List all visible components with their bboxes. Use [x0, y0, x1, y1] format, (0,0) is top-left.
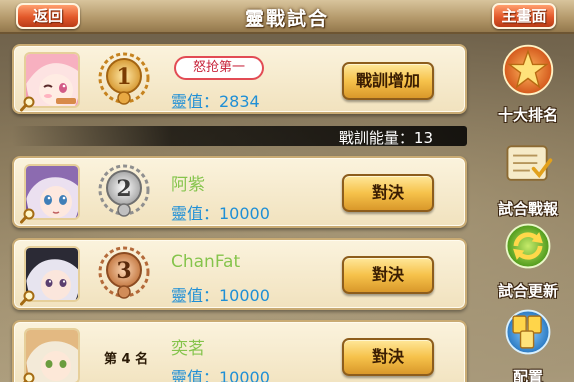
score-value: 靈值：10000	[171, 204, 270, 223]
status-badge: 怒抢第一	[176, 58, 262, 78]
formation-button[interactable]: 配置	[488, 304, 568, 382]
match-refresh-button[interactable]: 試合更新	[488, 218, 568, 301]
player-name: 奕茗	[171, 339, 205, 359]
gold-medal-icon: 1	[98, 52, 150, 105]
training-energy-text: 戰訓能量：13	[338, 129, 433, 147]
side-label: 配置	[512, 368, 543, 382]
score-value: 靈值：10000	[171, 368, 270, 382]
player-name: ChanFat	[171, 252, 241, 272]
cards-icon	[505, 309, 551, 355]
side-label: 試合更新	[497, 282, 558, 300]
rank-number: 3	[116, 258, 131, 284]
increase-training-button[interactable]: 戰訓增加	[342, 62, 434, 100]
page-title: 靈戰試合	[244, 8, 329, 30]
search-icon[interactable]	[20, 208, 36, 224]
duel-button[interactable]: 對決	[342, 174, 434, 212]
search-icon[interactable]	[20, 96, 36, 112]
report-icon	[506, 145, 553, 181]
player-row: 1 怒抢第一 靈值：2834 戰訓增加	[12, 44, 467, 114]
trophy-icon	[502, 44, 554, 96]
opponent-row: 第 4 名 奕茗 靈值：10000 對決	[12, 320, 467, 382]
top-ten-ranking-button[interactable]: 十大排名	[488, 42, 568, 125]
search-icon[interactable]	[20, 372, 36, 382]
score-value: 靈值：10000	[171, 286, 270, 305]
bronze-medal-icon: 3	[98, 246, 150, 299]
rank-number: 2	[116, 176, 131, 202]
score-value: 靈值：2834	[171, 92, 260, 111]
silver-medal-icon: 2	[98, 164, 150, 217]
side-label: 試合戰報	[497, 200, 558, 218]
opponent-row: 2 阿紫 靈值：10000 對決	[12, 156, 467, 228]
duel-button[interactable]: 對決	[342, 256, 434, 294]
search-icon[interactable]	[20, 290, 36, 306]
top-bar: 返回 靈戰試合 主畫面	[0, 0, 574, 34]
side-label: 十大排名	[497, 106, 558, 124]
home-button[interactable]: 主畫面	[492, 3, 556, 29]
opponent-row: 3 ChanFat 靈值：10000 對決	[12, 238, 467, 310]
rank-label: 第 4 名	[104, 352, 149, 367]
rank-number: 1	[116, 64, 131, 90]
training-energy-bar: 戰訓能量：13	[12, 126, 467, 147]
player-name: 阿紫	[171, 175, 205, 195]
refresh-icon	[505, 223, 551, 269]
duel-button[interactable]: 對決	[342, 338, 434, 376]
match-report-button[interactable]: 試合戰報	[488, 136, 568, 219]
